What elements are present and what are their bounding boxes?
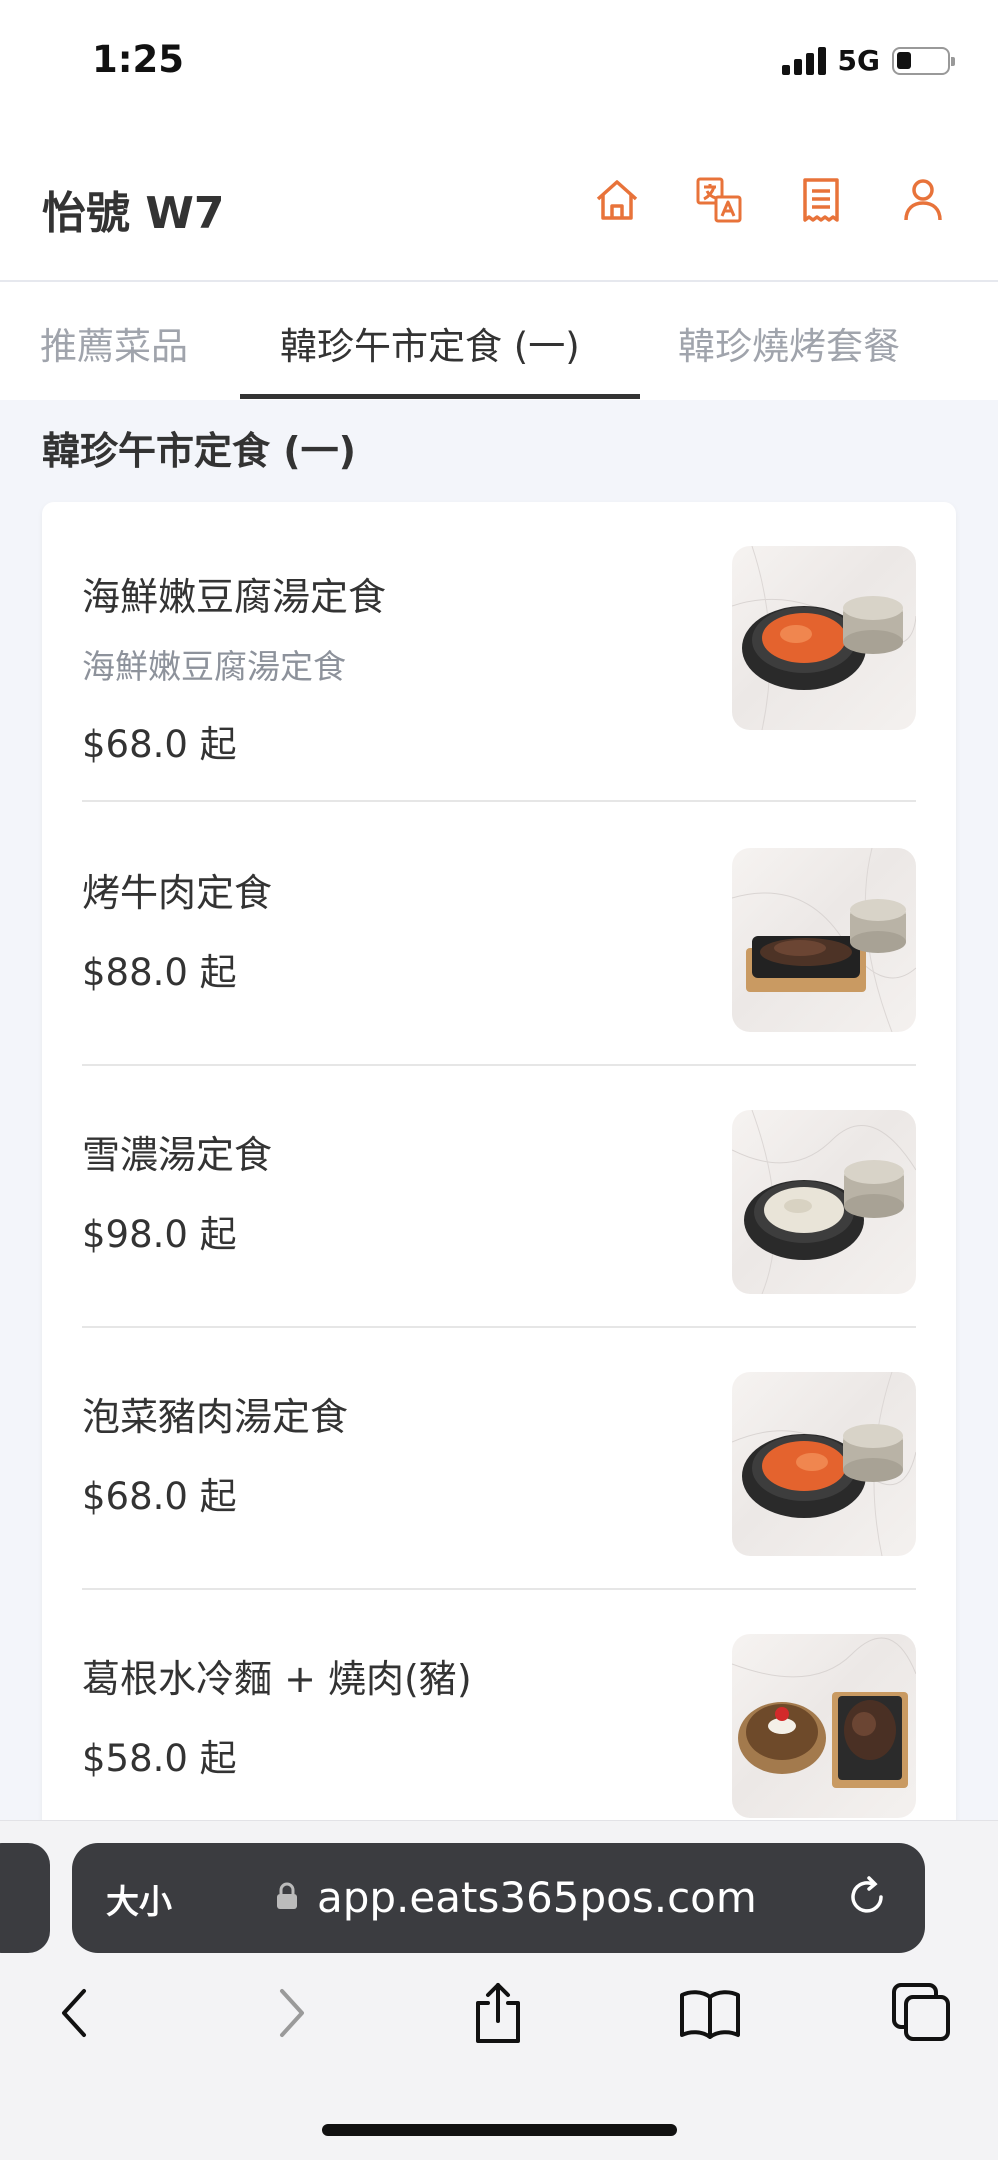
back-icon[interactable] [44,1981,108,2045]
reload-icon[interactable] [845,1875,889,1919]
kimchi-pork-stew-photo[interactable] [732,1372,916,1556]
item-price: $98.0 起 [82,1213,237,1256]
url-text[interactable]: app.eats365pos.com [317,1873,757,1922]
menu-item[interactable]: 雪濃湯定食 $98.0 起 [82,1110,916,1294]
battery-icon [892,46,955,75]
menu-item[interactable]: 烤牛肉定食 $88.0 起 [82,848,916,1032]
menu-item[interactable]: 葛根水冷麵 + 燒肉(豬) $58.0 起 [82,1634,916,1818]
translate-icon[interactable] [694,175,744,225]
item-description: 海鮮嫩豆腐湯定食 [82,647,346,686]
spicy-tofu-stew-photo[interactable] [732,546,916,730]
shop-name: 怡號 W7 [42,188,225,239]
item-name: 烤牛肉定食 [82,871,273,915]
app-header: 怡號 W7 [0,125,998,282]
category-tabs: 推薦菜品 韓珍午市定食 (一) 韓珍燒烤套餐 [0,282,998,400]
browser-toolbar: 大小 app.eats365pos.com [0,1820,998,2160]
divider [82,1326,916,1328]
forward-icon[interactable] [258,1981,322,2045]
item-price: $88.0 起 [82,951,237,994]
status-bar: 1:25 5G [0,0,998,125]
home-icon[interactable] [592,175,642,225]
browser-nav [0,1981,998,2081]
tab-bbq-set[interactable]: 韓珍燒烤套餐 [678,316,900,370]
bookmarks-icon[interactable] [678,1981,742,2045]
receipt-icon[interactable] [796,175,846,225]
menu-list: 海鮮嫩豆腐湯定食 海鮮嫩豆腐湯定食 $68.0 起 烤牛肉定食 $88.0 起 [42,502,956,1902]
previous-tab-pill[interactable] [0,1843,50,1953]
item-name: 葛根水冷麵 + 燒肉(豬) [82,1657,472,1701]
grilled-beef-photo[interactable] [732,848,916,1032]
item-price: $58.0 起 [82,1737,237,1780]
item-price: $68.0 起 [82,1475,237,1518]
signal-icon [781,46,826,75]
lock-icon [277,1882,297,1909]
divider [82,1588,916,1590]
network-type: 5G [837,44,880,77]
text-size-button[interactable]: 大小 [106,1875,172,1923]
section-title: 韓珍午市定食 (一) [42,429,356,473]
share-icon[interactable] [466,1981,530,2045]
tab-recommended[interactable]: 推薦菜品 [40,316,188,370]
tab-lunch-set-1[interactable]: 韓珍午市定食 (一) [280,316,580,370]
cold-noodle-bbq-pork-photo[interactable] [732,1634,916,1818]
item-name: 海鮮嫩豆腐湯定食 [82,575,387,619]
home-indicator [322,2124,677,2136]
item-name: 泡菜豬肉湯定食 [82,1395,349,1439]
menu-item[interactable]: 海鮮嫩豆腐湯定食 海鮮嫩豆腐湯定食 $68.0 起 [82,546,916,766]
tabs-icon[interactable] [890,1981,954,2045]
user-icon[interactable] [898,175,948,225]
active-tab-indicator [240,394,640,399]
header-actions [592,175,948,225]
address-bar[interactable]: 大小 app.eats365pos.com [72,1843,925,1953]
menu-item[interactable]: 泡菜豬肉湯定食 $68.0 起 [82,1372,916,1556]
item-price: $68.0 起 [82,723,237,766]
ox-bone-soup-photo[interactable] [732,1110,916,1294]
divider [82,800,916,802]
item-name: 雪濃湯定食 [82,1133,273,1177]
divider [82,1064,916,1066]
status-time: 1:25 [92,38,185,81]
status-indicators: 5G [781,44,955,77]
